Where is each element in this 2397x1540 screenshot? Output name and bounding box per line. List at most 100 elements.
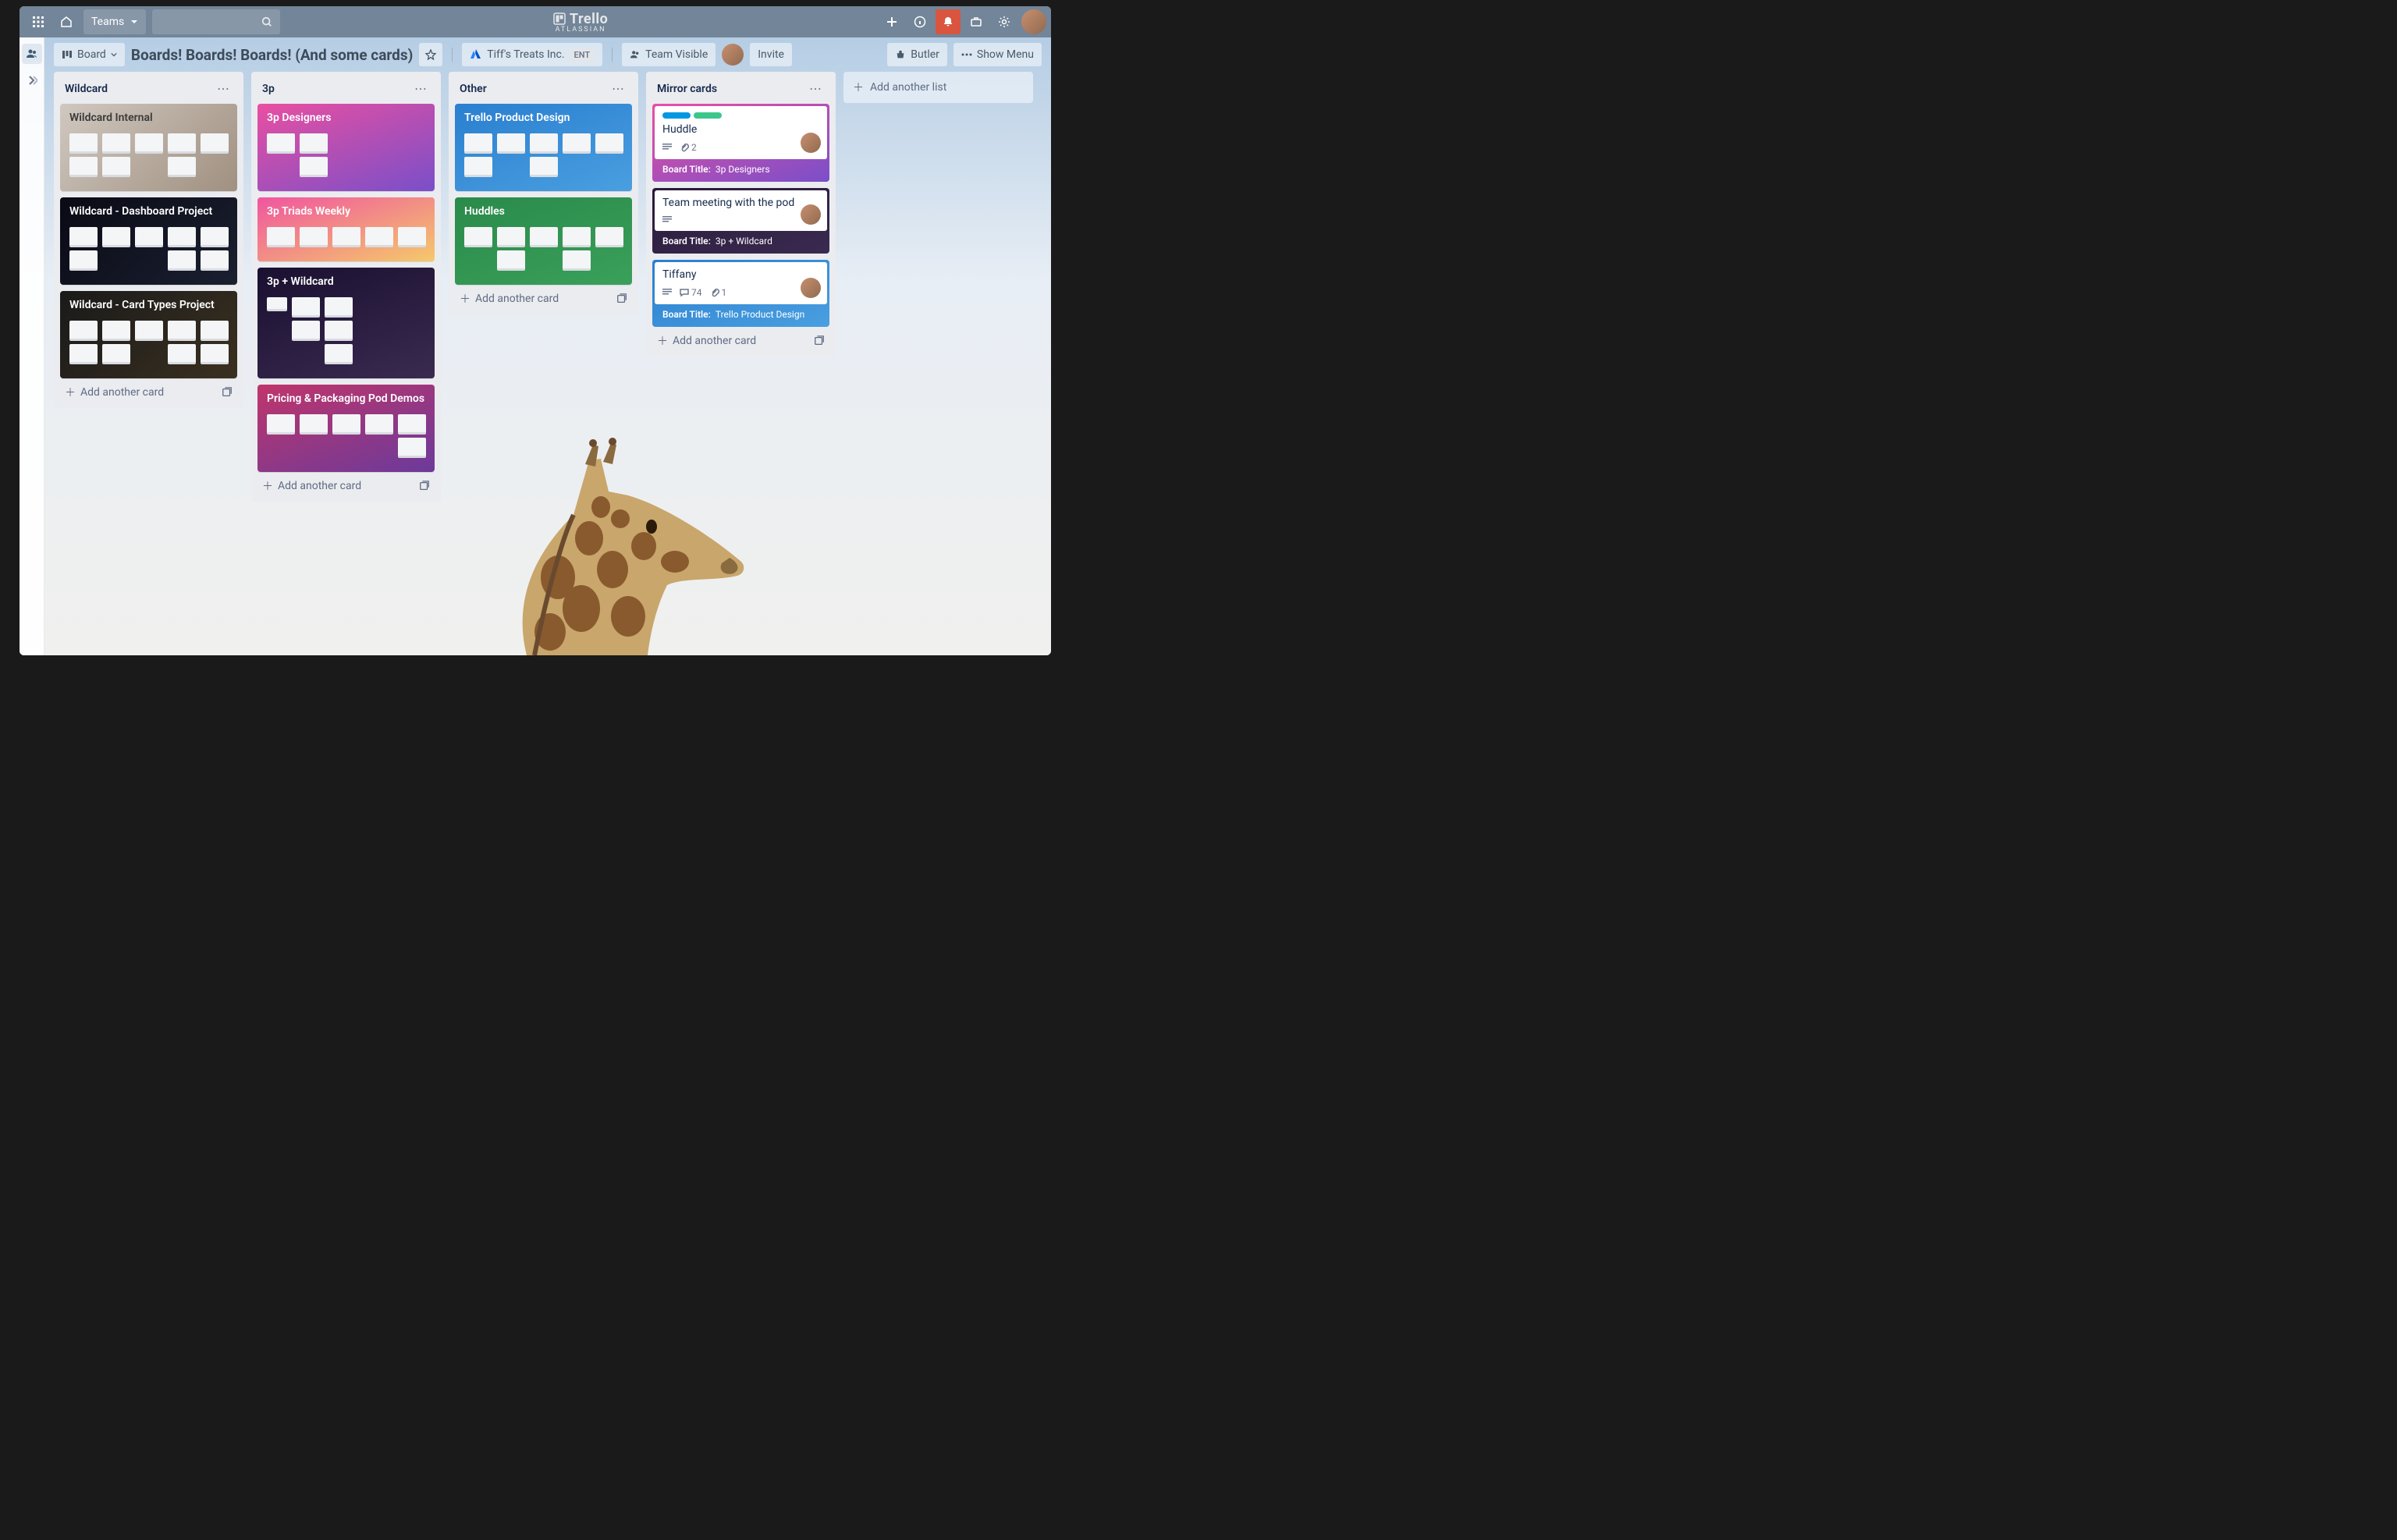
sidebar-team-button[interactable] xyxy=(22,44,42,64)
sidebar-expand-button[interactable] xyxy=(22,70,42,90)
mirror-card-team[interactable]: Team meeting with the pod Board Title:3p… xyxy=(652,188,829,254)
attachment-icon xyxy=(680,143,689,152)
list-title[interactable]: 3p xyxy=(262,83,275,95)
list-mirror: Mirror cards⋯ Huddle 2 xyxy=(646,72,836,357)
plus-icon: ＋ xyxy=(262,478,273,494)
left-sidebar xyxy=(20,37,44,655)
description-icon xyxy=(662,143,672,152)
search-input[interactable] xyxy=(152,9,280,34)
board-view-switcher[interactable]: Board xyxy=(54,43,125,66)
settings-button[interactable] xyxy=(992,9,1017,34)
comment-icon xyxy=(680,288,689,297)
template-icon[interactable] xyxy=(814,335,825,346)
search-icon xyxy=(261,16,272,27)
list-title[interactable]: Mirror cards xyxy=(657,83,717,95)
description-badge xyxy=(662,288,672,297)
show-menu-button[interactable]: Show Menu xyxy=(953,43,1042,66)
card-trello-product-design[interactable]: Trello Product Design xyxy=(455,104,632,191)
butler-button[interactable]: Butler xyxy=(887,43,947,66)
bell-icon xyxy=(942,16,954,28)
collections-button[interactable] xyxy=(964,9,989,34)
board-canvas: Wildcard ⋯ Wildcard Internal Wildcard - D… xyxy=(44,72,1051,655)
user-avatar[interactable] xyxy=(1021,9,1046,34)
board-header: Board Boards! Boards! Boards! (And some … xyxy=(44,37,1051,72)
briefcase-icon xyxy=(970,16,982,28)
card-pricing[interactable]: Pricing & Packaging Pod Demos xyxy=(257,385,435,472)
attachment-badge: 1 xyxy=(710,287,727,298)
people-icon xyxy=(26,48,38,60)
template-icon[interactable] xyxy=(419,481,430,491)
info-button[interactable] xyxy=(907,9,932,34)
dots-icon xyxy=(961,53,972,56)
plus-icon: ＋ xyxy=(657,333,668,349)
plus-icon: ＋ xyxy=(853,80,864,95)
description-icon xyxy=(662,215,672,225)
atlassian-icon xyxy=(470,48,482,61)
home-button[interactable] xyxy=(54,9,79,34)
board-title[interactable]: Boards! Boards! Boards! (And some cards) xyxy=(131,46,413,64)
member-avatar[interactable] xyxy=(722,44,744,66)
card-wildcard-internal[interactable]: Wildcard Internal xyxy=(60,104,237,191)
card-wildcard-cardtypes[interactable]: Wildcard - Card Types Project xyxy=(60,291,237,378)
member-avatar[interactable] xyxy=(801,278,821,298)
list-wildcard: Wildcard ⋯ Wildcard Internal Wildcard - D… xyxy=(54,72,243,408)
trello-icon xyxy=(553,12,566,25)
visibility-button[interactable]: Team Visible xyxy=(622,43,716,66)
description-badge xyxy=(662,143,672,152)
star-icon xyxy=(425,49,436,60)
board-icon xyxy=(62,49,73,60)
add-card-button[interactable]: ＋Add another card xyxy=(60,378,237,402)
comment-badge: 74 xyxy=(680,287,702,298)
list-title[interactable]: Other xyxy=(460,83,487,95)
ent-badge: ENT xyxy=(570,48,595,62)
notifications-button[interactable] xyxy=(936,9,961,34)
template-icon[interactable] xyxy=(222,387,233,398)
teams-label: Teams xyxy=(91,16,124,28)
apps-button[interactable] xyxy=(26,9,51,34)
plus-icon xyxy=(886,16,897,27)
add-card-button[interactable]: ＋Add another card xyxy=(652,327,829,350)
member-avatar[interactable] xyxy=(801,133,821,153)
mirror-card-tiffany[interactable]: Tiffany 74 1 Board Title:Trello Product … xyxy=(652,260,829,327)
mirror-card-huddle[interactable]: Huddle 2 Board Title:3p Designers xyxy=(652,104,829,182)
list-title[interactable]: Wildcard xyxy=(65,83,108,95)
create-button[interactable] xyxy=(879,9,904,34)
add-card-button[interactable]: ＋Add another card xyxy=(257,472,435,495)
card-wildcard-dashboard[interactable]: Wildcard - Dashboard Project xyxy=(60,197,237,285)
workspace-chip[interactable]: Tiff's Treats Inc. ENT xyxy=(462,43,602,66)
global-header: Teams Trello ATLASSIAN xyxy=(20,6,1051,37)
invite-button[interactable]: Invite xyxy=(750,43,792,66)
home-icon xyxy=(60,16,73,28)
description-icon xyxy=(662,288,672,297)
gear-icon xyxy=(998,16,1010,28)
people-icon xyxy=(630,49,641,60)
teams-dropdown[interactable]: Teams xyxy=(83,9,146,34)
attachment-badge: 2 xyxy=(680,142,697,153)
list-other: Other ⋯ Trello Product Design Huddles ＋Ad… xyxy=(449,72,638,314)
template-icon[interactable] xyxy=(616,293,627,304)
list-menu-button[interactable]: ⋯ xyxy=(411,80,430,98)
add-card-button[interactable]: ＋Add another card xyxy=(455,285,632,308)
butler-icon xyxy=(895,49,906,60)
brand-logo: Trello ATLASSIAN xyxy=(283,11,878,34)
plus-icon: ＋ xyxy=(65,385,76,400)
chevron-down-icon xyxy=(130,18,138,26)
info-icon xyxy=(914,16,926,28)
star-button[interactable] xyxy=(419,43,442,66)
list-menu-button[interactable]: ⋯ xyxy=(806,80,825,98)
member-avatar[interactable] xyxy=(801,204,821,225)
plus-icon: ＋ xyxy=(460,291,471,307)
add-list-button[interactable]: ＋ Add another list xyxy=(843,72,1033,103)
chevron-right-icon xyxy=(27,75,37,86)
list-3p: 3p ⋯ 3p Designers 3p Triads Weekly 3p + W… xyxy=(251,72,441,502)
card-3p-designers[interactable]: 3p Designers xyxy=(257,104,435,191)
card-3p-wildcard[interactable]: 3p + Wildcard xyxy=(257,268,435,378)
list-menu-button[interactable]: ⋯ xyxy=(609,80,627,98)
description-badge xyxy=(662,215,672,225)
apps-icon xyxy=(32,16,44,28)
card-huddles[interactable]: Huddles xyxy=(455,197,632,285)
list-menu-button[interactable]: ⋯ xyxy=(214,80,233,98)
chevron-down-icon xyxy=(111,51,117,58)
card-3p-triads[interactable]: 3p Triads Weekly xyxy=(257,197,435,261)
attachment-icon xyxy=(710,288,719,297)
